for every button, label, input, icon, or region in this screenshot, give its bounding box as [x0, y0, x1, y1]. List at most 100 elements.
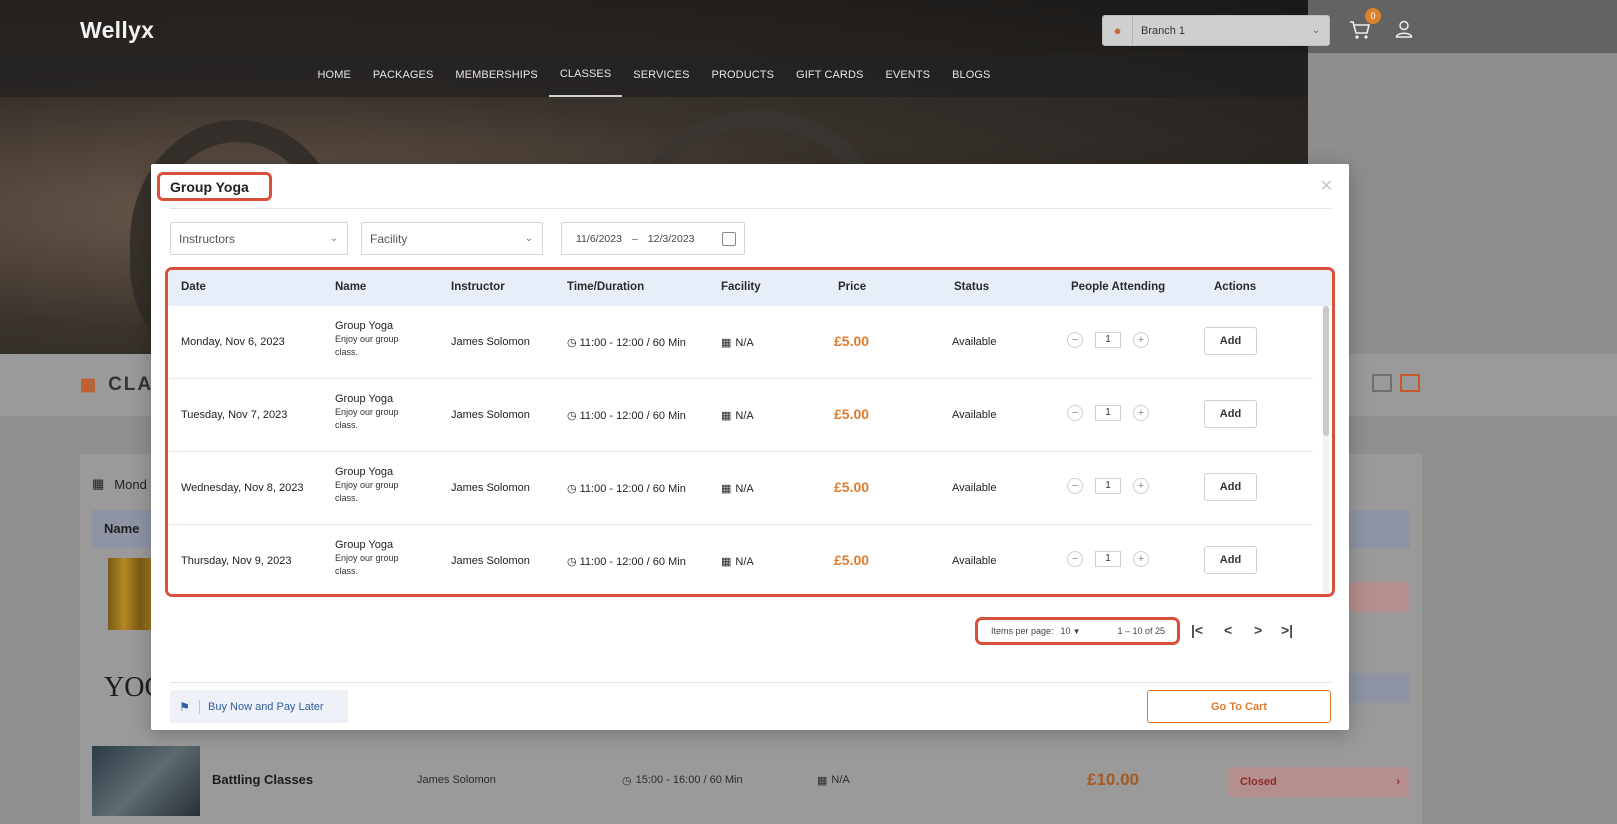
branch-select[interactable]: ● Branch 1 ⌄	[1102, 15, 1330, 46]
row-class-name: Group Yoga	[335, 393, 394, 405]
cart-icon[interactable]	[1349, 20, 1371, 40]
chevron-right-icon: ›	[1396, 776, 1400, 788]
plus-icon[interactable]: +	[1133, 478, 1149, 494]
last-page-icon[interactable]: >|	[1281, 622, 1293, 638]
row-time-text: 11:00 - 12:00 / 60 Min	[579, 336, 686, 349]
row-time: ◷ 11:00 - 12:00 / 60 Min	[567, 336, 686, 350]
building-icon: ▦	[721, 410, 732, 422]
prev-page-icon[interactable]: <	[1224, 622, 1232, 638]
row-time: ◷ 11:00 - 12:00 / 60 Min	[567, 409, 686, 423]
list-view-icon[interactable]	[1400, 374, 1420, 392]
facility-select[interactable]: Facility ⌄	[361, 222, 543, 255]
nav-events[interactable]: EVENTS	[874, 53, 941, 97]
section-title: ▦ CLA	[80, 374, 153, 396]
add-button[interactable]: Add	[1204, 400, 1257, 428]
items-per-page-label: Items per page:	[991, 626, 1054, 636]
row-facility-text: N/A	[735, 336, 754, 349]
list-item[interactable]: Battling Classes James Solomon ◷ 15:00 - …	[92, 746, 1410, 818]
class-facility: ▦ N/A	[817, 774, 850, 787]
add-button[interactable]: Add	[1204, 473, 1257, 501]
divider	[170, 682, 1331, 683]
class-time: ◷ 15:00 - 16:00 / 60 Min	[622, 774, 743, 787]
table-row: Wednesday, Nov 8, 2023 Group Yoga Enjoy …	[168, 452, 1313, 525]
nav-packages[interactable]: PACKAGES	[362, 53, 445, 97]
col-date: Date	[181, 281, 206, 293]
row-facility-text: N/A	[735, 482, 754, 495]
pagination-info: Items per page: 10 ▼ 1 – 10 of 25	[975, 617, 1180, 645]
user-icon[interactable]	[1395, 20, 1413, 38]
instructors-select[interactable]: Instructors ⌄	[170, 222, 348, 255]
class-facility-text: N/A	[831, 774, 850, 786]
plus-icon[interactable]: +	[1133, 332, 1149, 348]
quantity-input[interactable]: 1	[1095, 405, 1121, 421]
status-text: Closed	[1240, 776, 1277, 788]
class-name: Battling Classes	[212, 772, 314, 787]
clock-icon: ◷	[567, 337, 577, 349]
add-button[interactable]: Add	[1204, 327, 1257, 355]
items-per-page-select[interactable]: 10	[1061, 626, 1071, 636]
calendar-icon[interactable]	[722, 231, 736, 246]
go-to-cart-button[interactable]: Go To Cart	[1147, 690, 1331, 723]
grid-view-icon[interactable]	[1372, 374, 1392, 392]
col-time: Time/Duration	[567, 281, 645, 293]
row-name: Group Yoga Enjoy our group class.	[335, 320, 415, 359]
calendar-icon: ▦	[92, 476, 105, 491]
buy-now-pay-later-button[interactable]: ⚑ Buy Now and Pay Later	[170, 690, 348, 723]
instructors-select-label: Instructors	[179, 231, 236, 246]
date-separator: –	[631, 232, 638, 245]
divider	[170, 208, 1331, 209]
nav-services[interactable]: SERVICES	[622, 53, 700, 97]
row-class-name: Group Yoga	[335, 320, 394, 332]
list-date-text: Mond	[114, 476, 147, 492]
row-instructor: James Solomon	[451, 555, 530, 567]
nav-products[interactable]: PRODUCTS	[701, 53, 786, 97]
plus-icon[interactable]: +	[1133, 551, 1149, 567]
row-instructor: James Solomon	[451, 336, 530, 348]
building-icon: ▦	[721, 556, 732, 568]
quantity-input[interactable]: 1	[1095, 332, 1121, 348]
nav-home[interactable]: HOME	[307, 53, 362, 97]
building-icon: ▦	[721, 483, 732, 495]
first-page-icon[interactable]: |<	[1191, 622, 1203, 638]
quantity-input[interactable]: 1	[1095, 478, 1121, 494]
logo[interactable]: Wellyx	[80, 17, 154, 44]
classes-icon: ▦	[80, 375, 99, 394]
quantity-input[interactable]: 1	[1095, 551, 1121, 567]
clock-icon: ◷	[567, 410, 577, 422]
date-from[interactable]: 11/6/2023	[576, 233, 622, 245]
row-status: Available	[952, 409, 997, 421]
scrollbar-thumb[interactable]	[1323, 306, 1329, 436]
plus-icon[interactable]: +	[1133, 405, 1149, 421]
people-stepper: − 1 +	[1067, 551, 1149, 567]
section-title-text: CLA	[108, 374, 154, 395]
table-row: Thursday, Nov 9, 2023 Group Yoga Enjoy o…	[168, 525, 1313, 594]
minus-icon[interactable]: −	[1067, 478, 1083, 494]
clock-icon: ◷	[567, 483, 577, 495]
location-pin-icon: ●	[1103, 16, 1133, 45]
table-row: Monday, Nov 6, 2023 Group Yoga Enjoy our…	[168, 306, 1313, 379]
table-header: Date Name Instructor Time/Duration Facil…	[168, 270, 1332, 306]
list-date: ▦ Mond	[92, 476, 147, 492]
row-price: £5.00	[834, 406, 870, 422]
class-instructor: James Solomon	[417, 774, 496, 786]
page-range: 1 – 10 of 25	[1117, 626, 1165, 636]
nav-blogs[interactable]: BLOGS	[941, 53, 1001, 97]
nav-classes[interactable]: CLASSES	[548, 53, 623, 97]
nav-memberships[interactable]: MEMBERSHIPS	[444, 53, 548, 97]
view-toggle	[1372, 374, 1420, 392]
date-range-picker[interactable]: 11/6/2023 – 12/3/2023	[561, 222, 745, 255]
date-to[interactable]: 12/3/2023	[648, 233, 695, 245]
minus-icon[interactable]: −	[1067, 332, 1083, 348]
nav-gift-cards[interactable]: GIFT CARDS	[785, 53, 874, 97]
status-pill[interactable]: Closed ›	[1228, 767, 1410, 797]
caret-down-icon[interactable]: ▼	[1073, 627, 1081, 636]
row-facility: ▦ N/A	[721, 482, 754, 496]
add-button[interactable]: Add	[1204, 546, 1257, 574]
next-page-icon[interactable]: >	[1254, 622, 1262, 638]
close-icon[interactable]: ✕	[1320, 176, 1333, 196]
row-facility: ▦ N/A	[721, 409, 754, 423]
minus-icon[interactable]: −	[1067, 405, 1083, 421]
row-price: £5.00	[834, 333, 870, 349]
minus-icon[interactable]: −	[1067, 551, 1083, 567]
clock-icon: ◷	[567, 556, 577, 568]
